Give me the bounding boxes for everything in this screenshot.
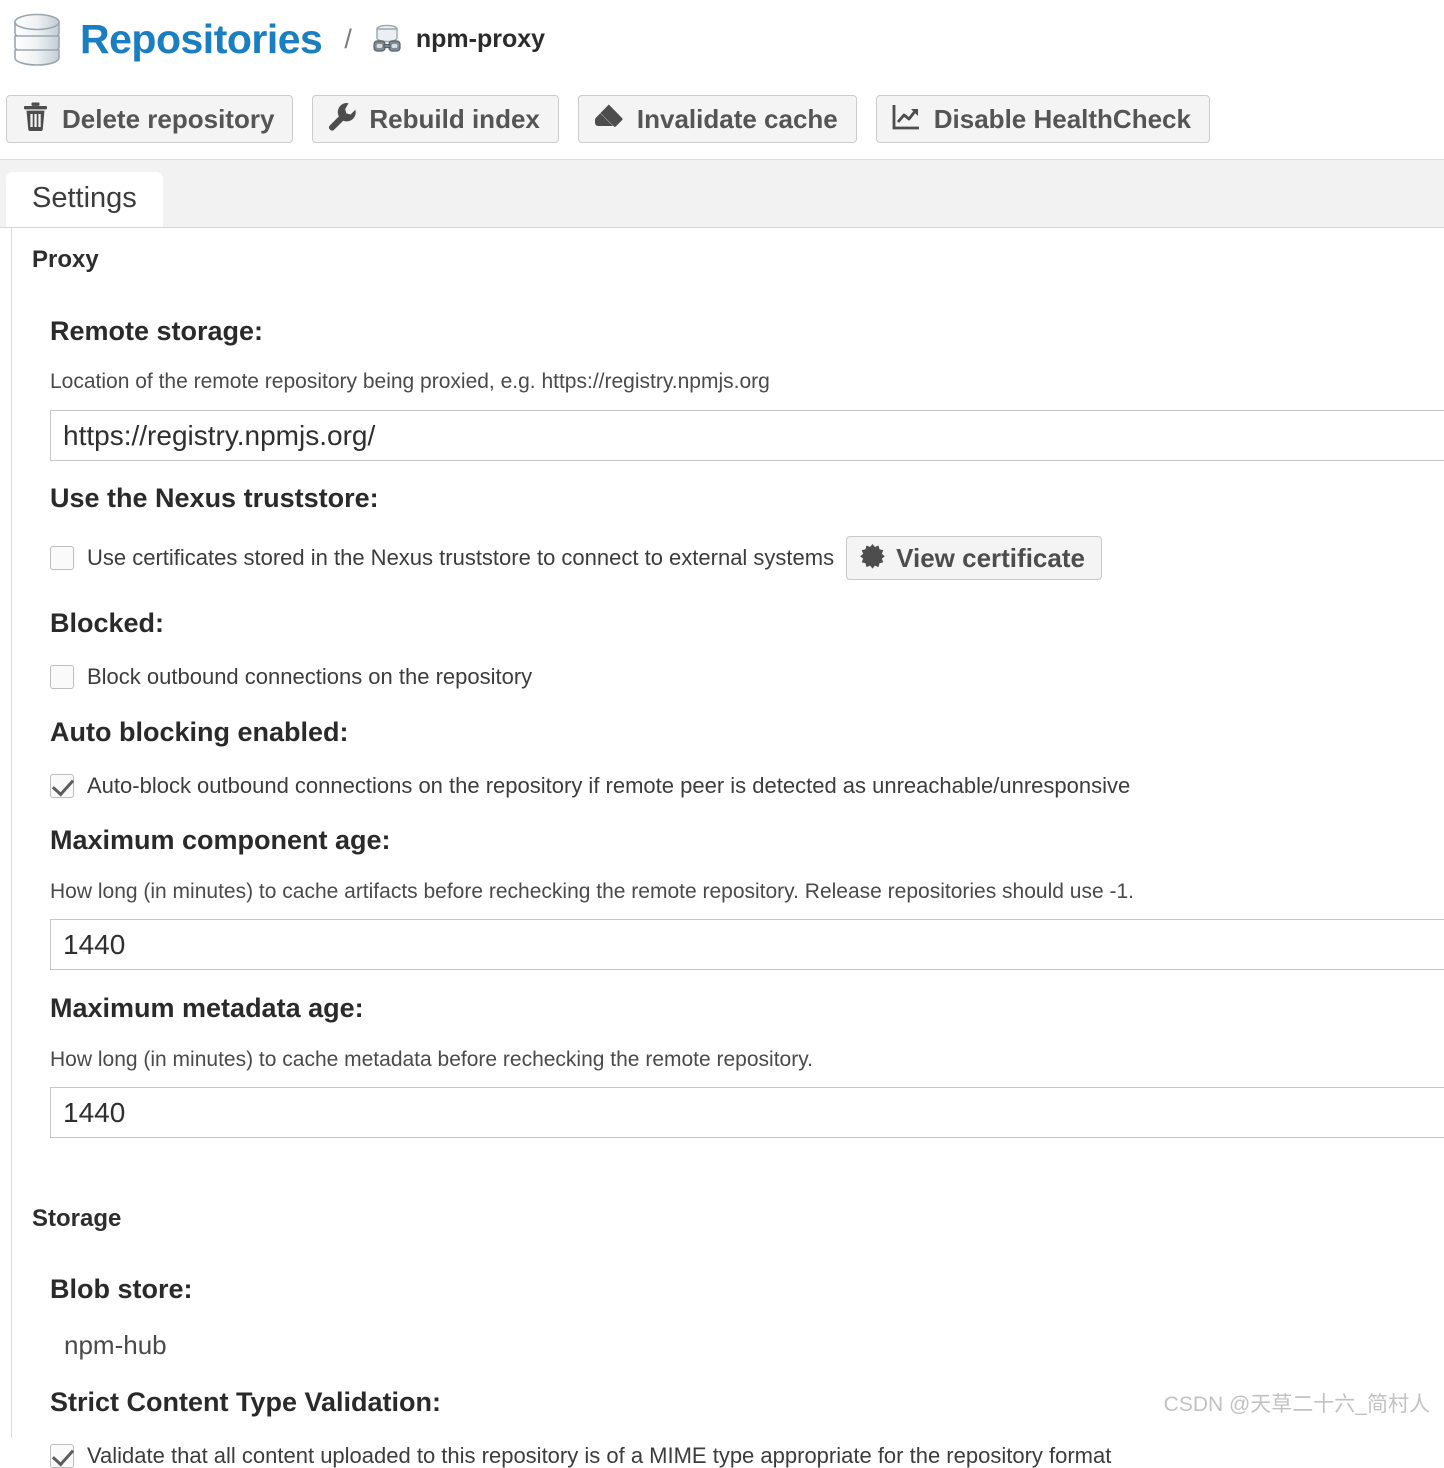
repository-proxy-icon [370, 22, 404, 56]
max-metadata-age-input[interactable] [50, 1087, 1444, 1138]
view-certificate-label: View certificate [896, 543, 1085, 573]
certificate-seal-icon [860, 543, 885, 573]
max-metadata-age-help: How long (in minutes) to cache metadata … [50, 1048, 813, 1071]
delete-repository-label: Delete repository [62, 103, 275, 134]
strict-content-checkbox[interactable] [50, 1444, 74, 1468]
breadcrumb-separator: / [344, 23, 352, 54]
max-component-age-help: How long (in minutes) to cache artifacts… [50, 880, 1134, 903]
section-title-storage: Storage [32, 1205, 122, 1232]
tab-settings-label: Settings [32, 182, 137, 215]
rebuild-index-label: Rebuild index [369, 103, 540, 134]
blocked-label: Blocked: [50, 608, 165, 638]
auto-blocking-checkbox-label: Auto-block outbound connections on the r… [87, 773, 1131, 798]
view-certificate-button[interactable]: View certificate [846, 536, 1102, 580]
truststore-checkbox-label: Use certificates stored in the Nexus tru… [87, 545, 835, 570]
strict-content-checkbox-label: Validate that all content uploaded to th… [87, 1443, 1112, 1468]
max-component-age-label: Maximum component age: [50, 825, 391, 855]
blocked-checkbox-label: Block outbound connections on the reposi… [87, 664, 533, 689]
database-icon [10, 11, 64, 67]
page-title: Repositories [80, 15, 323, 62]
settings-panel: Proxy Remote storage: Location of the re… [0, 228, 1444, 1468]
auto-blocking-checkbox[interactable] [50, 774, 74, 798]
invalidate-cache-label: Invalidate cache [636, 103, 838, 134]
blocked-checkbox[interactable] [50, 665, 74, 689]
truststore-checkbox[interactable] [50, 546, 74, 570]
rebuild-index-button[interactable]: Rebuild index [312, 94, 559, 143]
delete-repository-button[interactable]: Delete repository [6, 94, 294, 143]
auto-blocking-label: Auto blocking enabled: [50, 717, 349, 747]
max-component-age-input[interactable] [50, 919, 1444, 970]
strict-content-label: Strict Content Type Validation: [50, 1387, 442, 1417]
page-header: Repositories / npm-proxy [0, 0, 1444, 78]
tab-bar: Settings [0, 160, 1444, 228]
truststore-row: Use certificates stored in the Nexus tru… [50, 536, 1444, 580]
blob-store-label: Blob store: [50, 1274, 193, 1304]
trash-icon [22, 102, 49, 135]
max-metadata-age-label: Maximum metadata age: [50, 993, 364, 1023]
section-title-proxy: Proxy [32, 246, 99, 273]
blocked-row: Block outbound connections on the reposi… [50, 665, 1444, 689]
truststore-label: Use the Nexus truststore: [50, 483, 379, 513]
remote-storage-help: Location of the remote repository being … [50, 370, 770, 393]
proxy-fieldset: Remote storage: Location of the remote r… [32, 318, 1444, 1138]
chart-line-icon [892, 103, 921, 135]
strict-content-row: Validate that all content uploaded to th… [50, 1444, 1444, 1468]
invalidate-cache-button[interactable]: Invalidate cache [577, 94, 857, 143]
repository-toolbar: Delete repository Rebuild index Invalida… [0, 78, 1444, 160]
tab-settings[interactable]: Settings [6, 172, 163, 227]
remote-storage-label: Remote storage: [50, 316, 264, 346]
disable-healthcheck-label: Disable HealthCheck [933, 103, 1191, 134]
disable-healthcheck-button[interactable]: Disable HealthCheck [875, 94, 1210, 143]
breadcrumb-repo-name: npm-proxy [415, 24, 546, 53]
wrench-icon [328, 102, 357, 135]
remote-storage-input[interactable] [50, 410, 1444, 461]
blob-store-value: npm-hub [64, 1330, 167, 1360]
auto-blocking-row: Auto-block outbound connections on the r… [50, 774, 1444, 798]
storage-fieldset: Blob store: npm-hub Strict Content Type … [32, 1276, 1444, 1468]
eraser-icon [594, 103, 624, 134]
